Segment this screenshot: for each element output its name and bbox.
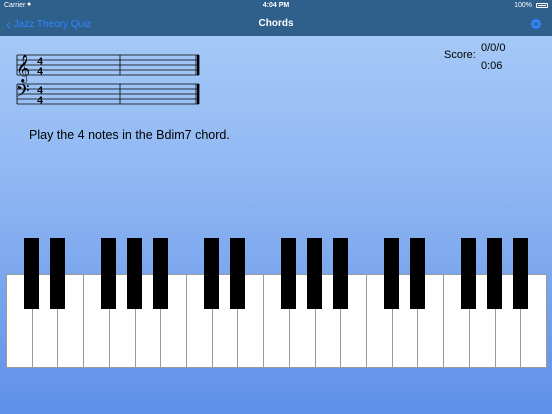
timer-value: 0:06 [481, 60, 503, 72]
black-key[interactable] [307, 238, 323, 309]
page-title: Chords [258, 18, 294, 29]
score-value: 0/0/0 [481, 42, 506, 54]
treble-clef-icon: 𝄞 [16, 54, 30, 83]
bass-time-denominator: 4 [37, 94, 43, 106]
black-key[interactable] [24, 238, 40, 309]
black-key[interactable] [487, 238, 503, 309]
navigation-bar: ‹ Jazz Theory Quiz Chords [0, 12, 552, 36]
battery-icon [536, 3, 548, 8]
black-key[interactable] [384, 238, 400, 309]
black-key[interactable] [512, 238, 528, 309]
status-bar: Carrier ● 4:04 PM 100% [0, 0, 552, 12]
piano-keyboard [6, 238, 547, 368]
battery-percent: 100% [514, 2, 532, 9]
black-key[interactable] [229, 238, 245, 309]
black-key[interactable] [127, 238, 143, 309]
black-key[interactable] [152, 238, 168, 309]
black-key[interactable] [281, 238, 297, 309]
bass-clef-icon: 𝄢 [16, 81, 30, 105]
black-key[interactable] [332, 238, 348, 309]
gear-icon[interactable] [530, 18, 542, 30]
status-time: 4:04 PM [262, 2, 290, 9]
black-key[interactable] [204, 238, 220, 309]
question-prompt: Play the 4 notes in the Bdim7 chord. [29, 128, 230, 142]
music-staff: 𝄞 𝄢 4 4 4 4 [16, 54, 200, 106]
black-key[interactable] [101, 238, 117, 309]
score-label: Score: [444, 49, 476, 61]
black-key[interactable] [461, 238, 477, 309]
black-key[interactable] [409, 238, 425, 309]
treble-time-denominator: 4 [37, 65, 43, 77]
black-key[interactable] [49, 238, 65, 309]
